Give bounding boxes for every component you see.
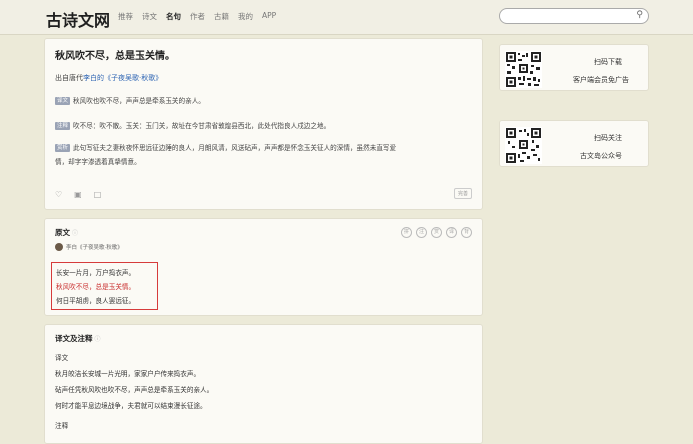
improve-badge[interactable]: 完善 [453,188,472,199]
search-icon[interactable]: ⚲ [636,10,643,20]
translation-line: 砧声任凭秋风吹也吹不尽，声声总是牵系玉关的亲人。 [55,386,214,394]
nav-authors[interactable]: 作者 [190,11,205,22]
pinyin-button[interactable]: 拼 [401,227,412,238]
author-line: 李白《子夜吴歌·秋歌》 [55,243,123,251]
translation-card: 译文及注释 ⓘ 译文 秋月皎洁长安城一片光明，家家户户传来捣衣声。 砧声任凭秋风吹… [44,324,483,444]
qr-code-icon [505,51,542,88]
nav-poems[interactable]: 诗文 [142,11,157,22]
search-input[interactable] [508,15,632,30]
author-link[interactable]: 李白 [83,74,97,82]
sound-icon[interactable]: ⓘ [72,230,78,237]
poem-line: 长安一片月，万户捣衣声。 [56,269,136,277]
translation-line: 何时才能平息边境战争，夫君就可以结束漫长征途。 [55,402,207,410]
quote-appreciation: 赏析 此句写征夫之妻秋夜怀思远征边陲的良人，月朗风清，风送砧声，声声都是怀念玉关征… [55,144,397,152]
original-card: 原文 ⓘ 李白《子夜吴歌·秋歌》 拼 注 赏 译 背 长安一片月，万户捣衣声。 秋… [44,218,483,316]
nav-app[interactable]: APP [262,11,276,22]
nav-quotes[interactable]: 名句 [166,11,181,22]
notes-tag: 注释 [55,122,71,130]
download-subtitle: 客户端会员免广告 [573,76,629,84]
follow-card[interactable]: 扫码关注 古文岛公众号 [499,120,649,167]
translate-button[interactable]: 译 [446,227,457,238]
copy-icon[interactable]: ▣ [74,190,82,199]
download-title: 扫码下载 [594,58,622,66]
qr-code-icon [505,127,542,164]
notes-subheading: 注释 [55,422,69,430]
search-box[interactable]: ⚲ [499,8,649,30]
action-icons: ♡ ▣ □ [55,190,101,199]
translation-line: 秋月皎洁长安城一片光明，家家户户传来捣衣声。 [55,370,201,378]
poem-line: 何日平胡虏，良人罢远征。 [56,297,136,305]
nav-mine[interactable]: 我的 [238,11,253,22]
nav-classics[interactable]: 古籍 [214,11,229,22]
share-icon[interactable]: □ [94,190,102,199]
download-card[interactable]: 扫码下载 客户端会员免广告 [499,44,649,91]
avatar[interactable] [55,243,63,251]
translation-header: 译文及注释 ⓘ [55,334,101,343]
quote-notes: 注释 吹不尽：吹不散。玉关：玉门关，故址在今甘肃省敦煌县西北，此处代指良人戍边之地… [55,122,331,130]
quote-appreciation-cont: 情，却字字渗透着真挚情意。 [55,158,141,166]
original-header: 原文 ⓘ [55,228,79,237]
follow-title: 扫码关注 [594,134,622,142]
site-logo[interactable]: 古诗文网 [46,7,110,31]
quote-translation: 译文 秋风吹也吹不尽，声声总是牵系玉关的亲人。 [55,97,205,105]
appreciate-button[interactable]: 赏 [431,227,442,238]
translation-subheading: 译文 [55,354,69,362]
appreciation-tag: 赏析 [55,144,71,152]
work-link[interactable]: 的《子夜吴歌·秋歌》 [97,74,162,82]
heart-icon[interactable]: ♡ [55,190,62,199]
top-bar: 古诗文网 推荐 诗文 名句 作者 古籍 我的 APP ⚲ [0,0,693,35]
recite-button[interactable]: 背 [461,227,472,238]
quote-title: 秋风吹不尽，总是玉关情。 [55,51,175,62]
follow-subtitle: 古文岛公众号 [580,152,622,160]
poem-line-highlighted: 秋风吹不尽，总是玉关情。 [56,283,136,291]
translation-tag: 译文 [55,97,71,105]
tool-buttons: 拼 注 赏 译 背 [401,227,472,238]
quote-source: 出自唐代李白的《子夜吴歌·秋歌》 [55,74,163,82]
nav-recommend[interactable]: 推荐 [118,11,133,22]
notes-button[interactable]: 注 [416,227,427,238]
quote-card: 秋风吹不尽，总是玉关情。 出自唐代李白的《子夜吴歌·秋歌》 译文 秋风吹也吹不尽，… [44,38,483,210]
main-nav: 推荐 诗文 名句 作者 古籍 我的 APP [118,11,276,22]
sound-icon[interactable]: ⓘ [95,336,101,343]
poem-text-box: 长安一片月，万户捣衣声。 秋风吹不尽，总是玉关情。 何日平胡虏，良人罢远征。 [51,262,158,310]
